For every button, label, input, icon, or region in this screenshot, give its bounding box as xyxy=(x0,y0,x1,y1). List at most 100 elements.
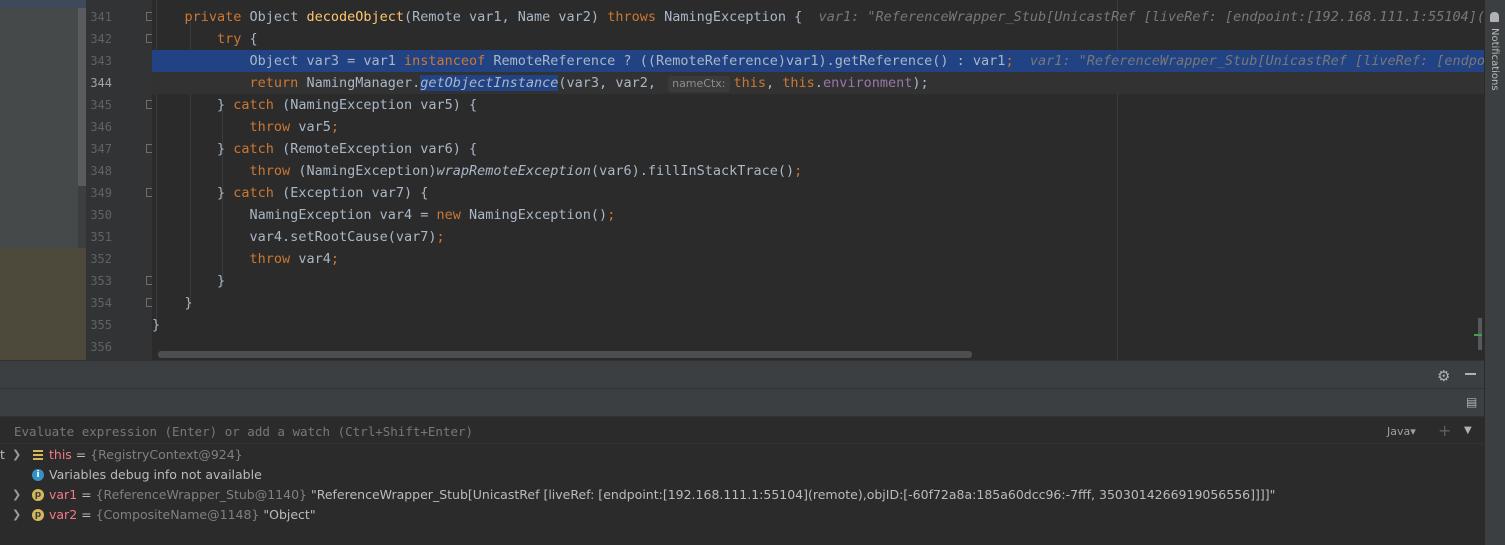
keyword: throw xyxy=(249,251,291,267)
code-text: (var6).fillInStackTrace() xyxy=(590,163,795,179)
code-editor[interactable]: private Object decodeObject(Remote var1,… xyxy=(152,0,1484,360)
code-line-355[interactable]: } xyxy=(152,314,1484,336)
left-panel-block xyxy=(0,8,78,248)
line-number: 353 xyxy=(90,274,112,288)
debug-inline-value: var1: "ReferenceWrapper_Stub[UnicastRef … xyxy=(818,9,1484,25)
code-line-353[interactable]: } xyxy=(152,270,1484,292)
semicolon: ; xyxy=(436,229,445,245)
line-number: 347 xyxy=(90,142,112,156)
code-line-347[interactable]: } catch (RemoteException var6) { xyxy=(152,138,1484,160)
language-select[interactable]: Java▾ xyxy=(1387,425,1416,438)
code-line-345[interactable]: } catch (NamingException var5) { xyxy=(152,94,1484,116)
language-label: Java xyxy=(1387,425,1411,438)
variable-name: this xyxy=(49,447,72,462)
variable-text: var2 = {CompositeName@1148} "Object" xyxy=(49,505,316,525)
code-text: var5 xyxy=(290,119,331,135)
chevron-right-icon[interactable]: ❯ xyxy=(12,505,21,525)
line-number: 349 xyxy=(90,186,112,200)
static-method-call: wrapRemoteException xyxy=(436,163,591,179)
add-watch-icon[interactable]: + xyxy=(1438,421,1451,440)
gear-icon[interactable]: ⚙ xyxy=(1437,367,1450,385)
code-line-350[interactable]: NamingException var4 = new NamingExcepti… xyxy=(152,204,1484,226)
code-text: } xyxy=(217,185,234,201)
evaluate-expression-input[interactable] xyxy=(14,423,1374,439)
semicolon: ; xyxy=(330,251,339,267)
equals-sign: = xyxy=(71,447,91,462)
code-line-352[interactable]: throw var4; xyxy=(152,248,1484,270)
method-name: decodeObject xyxy=(306,9,404,25)
variable-row-var2[interactable]: ❯ p var2 = {CompositeName@1148} "Object" xyxy=(0,505,1484,525)
parameter-icon: p xyxy=(32,509,44,521)
stack-frame-icon xyxy=(32,449,44,461)
code-text: } xyxy=(184,295,193,311)
keyword: catch xyxy=(233,185,274,201)
parameter-icon: p xyxy=(32,489,44,501)
code-line-344-current[interactable]: return NamingManager.getObjectInstance(v… xyxy=(152,72,1484,94)
code-text: (NamingException) xyxy=(290,163,437,179)
code-line-351[interactable]: var4.setRootCause(var7); xyxy=(152,226,1484,248)
line-number: 346 xyxy=(90,120,112,134)
notifications-tab[interactable]: Notifications xyxy=(1489,28,1500,91)
code-line-341[interactable]: private Object decodeObject(Remote var1,… xyxy=(152,6,1484,28)
code-text: RemoteReference ? ((RemoteReference)var1… xyxy=(485,53,1006,69)
chevron-down-icon: ▾ xyxy=(1410,425,1416,438)
keyword: throws xyxy=(607,9,656,25)
code-text: NamingException var4 = xyxy=(249,207,437,223)
variable-row-info: i Variables debug info not available xyxy=(0,465,1484,485)
variable-row-var1[interactable]: ❯ p var1 = {ReferenceWrapper_Stub@1140} … xyxy=(0,485,1484,505)
keyword: private xyxy=(184,9,242,25)
chevron-right-icon[interactable]: ❯ xyxy=(12,485,21,505)
variable-text: this = {RegistryContext@924} xyxy=(49,445,243,465)
code-line-343-highlighted[interactable]: Object var3 = var1 instanceof RemoteRefe… xyxy=(152,50,1484,72)
line-number: 352 xyxy=(90,252,112,266)
code-line-348[interactable]: throw (NamingException)wrapRemoteExcepti… xyxy=(152,160,1484,182)
semicolon: ; xyxy=(330,119,339,135)
variable-value: "ReferenceWrapper_Stub[UnicastRef [liveR… xyxy=(306,487,1276,502)
chevron-down-icon[interactable]: ▼ xyxy=(1464,425,1472,436)
code-text: Object xyxy=(241,9,307,25)
code-line-346[interactable]: throw var5; xyxy=(152,116,1484,138)
keyword: catch xyxy=(233,141,274,157)
code-text: (var3, var2, xyxy=(558,75,665,91)
layout-icon[interactable]: ▤ xyxy=(1466,395,1477,409)
equals-sign: = xyxy=(77,487,96,502)
keyword: this xyxy=(782,75,815,91)
left-strip-top xyxy=(0,0,86,8)
keyword: throw xyxy=(249,163,291,179)
code-text: (Remote var1, Name var2) xyxy=(404,9,608,25)
variable-row-this[interactable]: t ❯ this = {RegistryContext@924} xyxy=(0,445,1484,465)
code-text: } xyxy=(217,273,226,289)
code-text: . xyxy=(814,75,823,91)
variable-text: var1 = {ReferenceWrapper_Stub@1140} "Ref… xyxy=(49,485,1275,505)
variable-name: var1 xyxy=(49,487,78,502)
editor-horizontal-scrollbar[interactable] xyxy=(158,351,972,358)
bell-icon[interactable] xyxy=(1490,12,1499,22)
debug-inline-value: var1: "ReferenceWrapper_Stub[UnicastRef … xyxy=(1029,53,1484,69)
variable-type: {RegistryContext@924} xyxy=(90,447,243,462)
keyword: try xyxy=(217,31,242,47)
code-text: NamingManager. xyxy=(298,75,421,91)
keyword: catch xyxy=(233,97,274,113)
line-number: 355 xyxy=(90,318,112,332)
variables-tree: t ❯ this = {RegistryContext@924} i Varia… xyxy=(0,445,1484,545)
code-text: Object var3 = var1 xyxy=(249,53,404,69)
debug-panel-header xyxy=(0,360,1484,388)
left-scrollbar[interactable] xyxy=(78,8,86,186)
code-text: NamingException { xyxy=(655,9,803,25)
minimize-icon[interactable] xyxy=(1465,373,1476,375)
semicolon: ; xyxy=(794,163,803,179)
field-name: environment xyxy=(822,75,913,91)
code-line-354[interactable]: } xyxy=(152,292,1484,314)
line-number: 350 xyxy=(90,208,112,222)
variable-value: "Object" xyxy=(259,507,316,522)
line-number: 354 xyxy=(90,296,112,310)
chevron-right-icon[interactable]: ❯ xyxy=(12,445,21,465)
code-text: } xyxy=(152,317,161,333)
code-line-349[interactable]: } catch (Exception var7) { xyxy=(152,182,1484,204)
line-number: 342 xyxy=(90,32,112,46)
evaluate-expression-bar: Java▾ + ▼ xyxy=(0,416,1484,444)
editor-gutter[interactable]: 341 342 343 344 345 346 347 348 349 350 … xyxy=(86,0,155,360)
code-line-342[interactable]: try { xyxy=(152,28,1484,50)
semicolon: ; xyxy=(1005,53,1014,69)
line-number: 351 xyxy=(90,230,112,244)
